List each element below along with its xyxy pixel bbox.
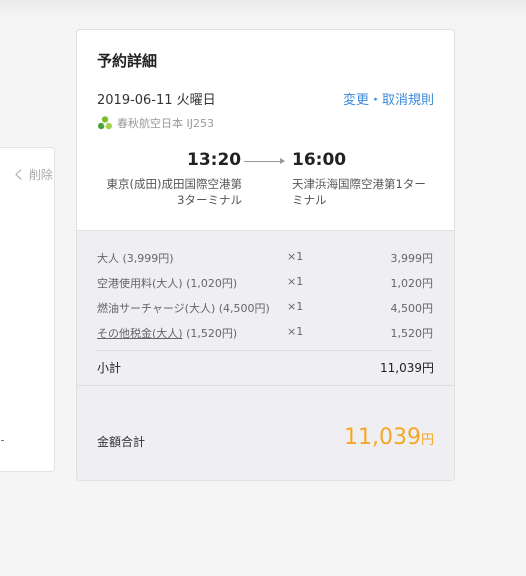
subtotal-label: 小計	[97, 361, 122, 375]
fee-name: 燃油サーチャージ(大人) (4,500円)	[97, 302, 270, 315]
fee-row: 大人 (3,999円) ×1 3,999円	[97, 250, 433, 266]
departure-time: 13:20	[187, 150, 242, 170]
fee-name: 空港使用料(大人) (1,020円)	[97, 277, 238, 290]
total-value: 11,039	[344, 425, 421, 450]
side-panel: く 削除	[0, 147, 55, 472]
divider	[77, 385, 454, 386]
delete-button[interactable]: く 削除	[13, 166, 53, 183]
fee-row: その他税金(大人) (1,520円) ×1 1,520円	[97, 325, 433, 341]
fee-row: 空港使用料(大人) (1,020円) ×1 1,020円	[97, 275, 433, 291]
flight-date: 2019-06-11 火曜日	[97, 93, 216, 108]
fee-name-wrap: その他税金(大人) (1,520円)	[97, 325, 237, 341]
fee-row: 燃油サーチャージ(大人) (4,500円) ×1 4,500円	[97, 300, 433, 316]
total-amount: 11,039円	[344, 425, 434, 450]
fee-amount: 1,520円	[390, 327, 434, 340]
fee-amount: 1,020円	[390, 277, 434, 290]
divider	[97, 350, 433, 351]
fee-qty: ×1	[287, 300, 304, 313]
booking-details-card: 予約詳細 2019-06-11 火曜日 変更・取消規則 春秋航空日本 IJ253…	[76, 29, 455, 481]
arrival-airport-line2: ミナル	[292, 193, 327, 207]
arrow-right-icon	[244, 158, 285, 164]
total-label: 金額合計	[97, 435, 146, 449]
price-breakdown: 大人 (3,999円) ×1 3,999円 空港使用料(大人) (1,020円)…	[77, 230, 454, 480]
fee-amount: 4,500円	[390, 302, 434, 315]
arrival-airport: 天津浜海国際空港第1ター ミナル	[292, 176, 437, 208]
fee-amount: 3,999円	[390, 252, 434, 265]
airline-name: 春秋航空日本 IJ253	[117, 117, 214, 130]
card-title: 予約詳細	[97, 52, 158, 70]
departure-airport-line2: 3ターミナル	[177, 193, 242, 207]
fee-name-suffix: (1,520円)	[182, 327, 238, 340]
arrival-time: 16:00	[292, 150, 347, 170]
change-cancel-rules-link[interactable]: 変更・取消規則	[343, 89, 434, 108]
fee-name: 大人 (3,999円)	[97, 252, 174, 265]
airline-logo-icon	[98, 116, 112, 130]
airline-info: 春秋航空日本 IJ253	[97, 115, 214, 131]
departure-airport: 東京(成田)成田国際空港第 3ターミナル	[97, 176, 242, 208]
arrival-airport-line1: 天津浜海国際空港第1ター	[292, 177, 426, 191]
top-bar	[0, 0, 526, 14]
total-unit: 円	[420, 433, 434, 448]
other-taxes-link[interactable]: その他税金(大人)	[97, 327, 183, 340]
fee-qty: ×1	[287, 275, 304, 288]
fee-qty: ×1	[287, 250, 304, 263]
fee-qty: ×1	[287, 325, 304, 338]
departure-airport-line1: 東京(成田)成田国際空港第	[106, 177, 242, 191]
panel-mark	[1, 440, 4, 441]
subtotal-value: 11,039円	[380, 361, 434, 375]
